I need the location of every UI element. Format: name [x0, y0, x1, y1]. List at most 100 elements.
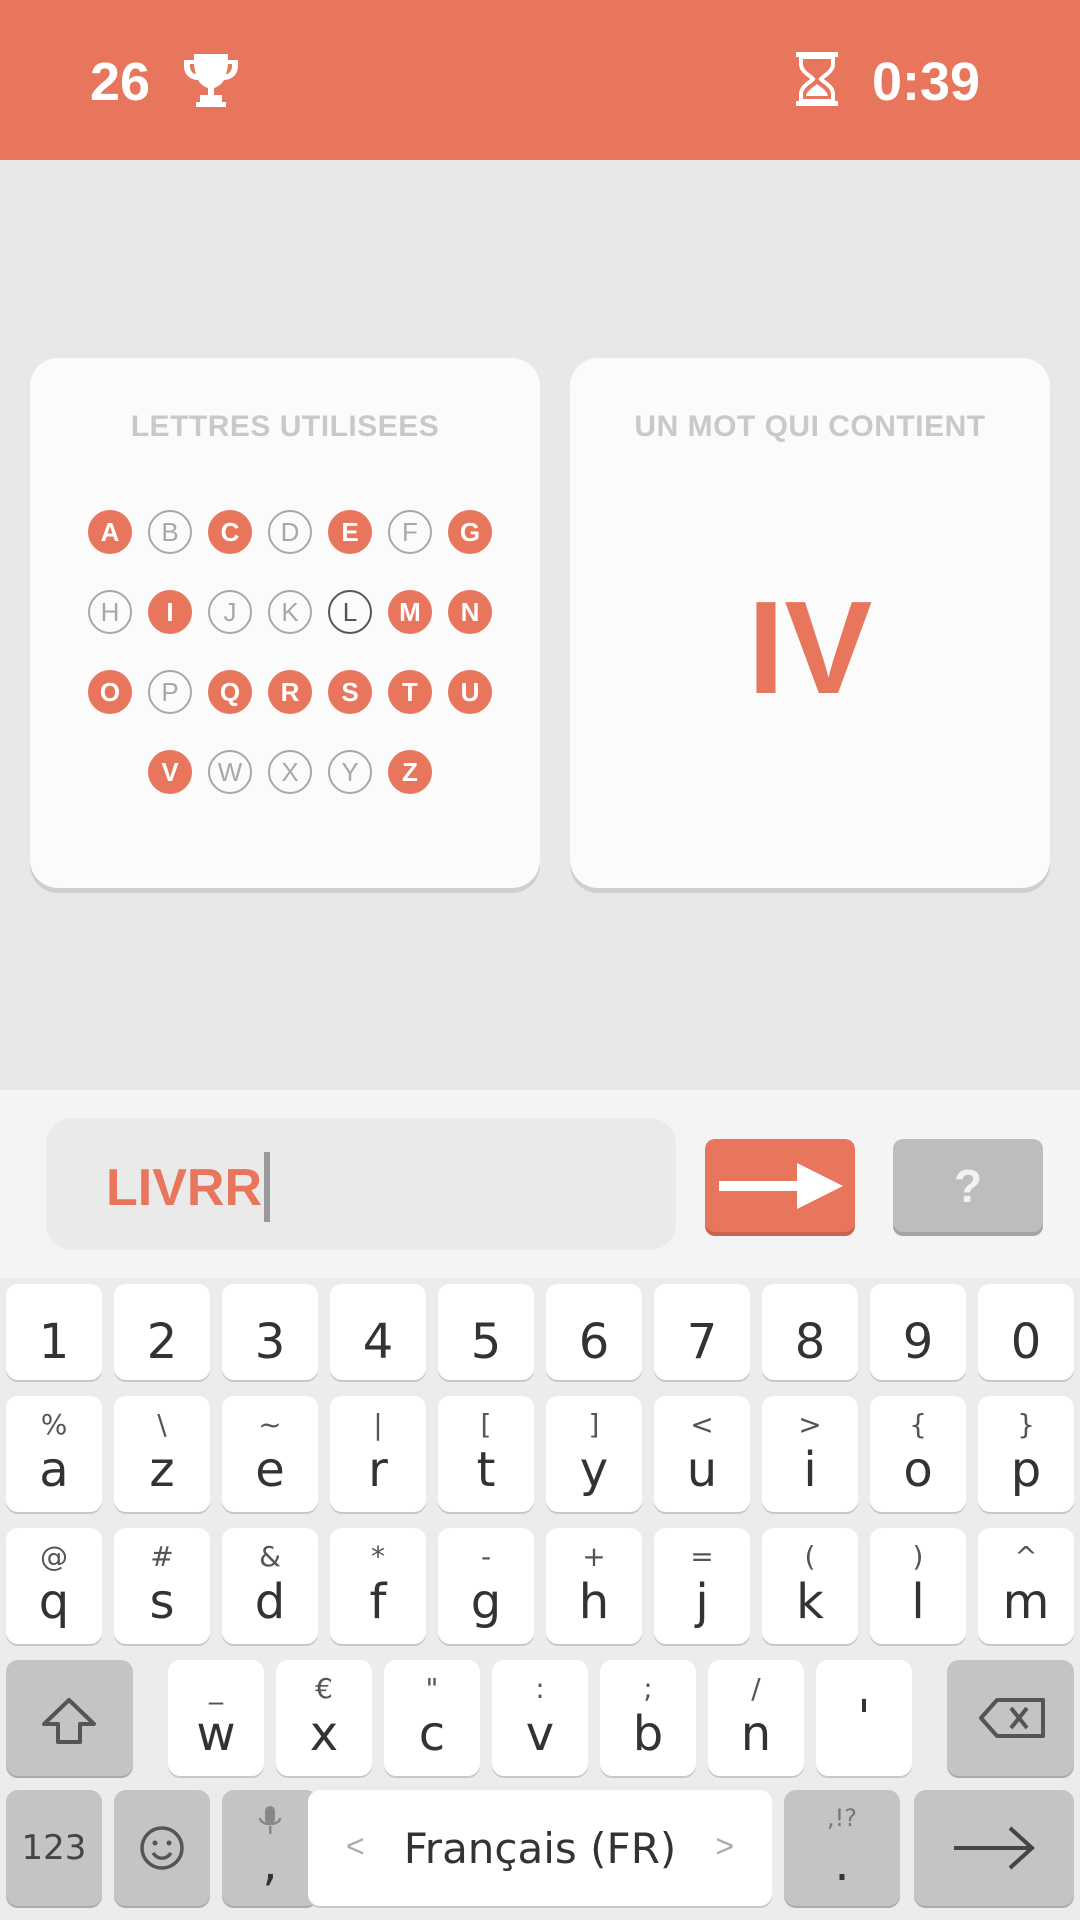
key-o-label: o [903, 1442, 933, 1498]
help-button[interactable]: ? [893, 1139, 1043, 1232]
letter-i-used: I [148, 590, 192, 634]
chevron-left-icon: < [346, 1828, 365, 1864]
key-t[interactable]: [t [438, 1396, 534, 1512]
key-s[interactable]: # s [114, 1528, 210, 1644]
top-bar: 26 0:39 [0, 0, 1080, 160]
key-x[interactable]: € x [276, 1660, 372, 1776]
letter-m-used: M [388, 590, 432, 634]
hourglass-icon [796, 52, 838, 106]
key-r-label: r [368, 1442, 388, 1498]
key-p[interactable]: } p [978, 1396, 1074, 1512]
key-i-alt-label: > [798, 1408, 822, 1441]
key-1[interactable]: 1 [6, 1284, 102, 1380]
key-0-label: 0 [1010, 1314, 1042, 1370]
key-b[interactable]: ; b [600, 1660, 696, 1776]
letter-k-unused: K [268, 590, 312, 634]
key-w-label: w [196, 1706, 236, 1762]
letter-q-used: Q [208, 670, 252, 714]
key-j-alt-label: = [690, 1540, 714, 1573]
letter-j-unused: J [208, 590, 252, 634]
key-8[interactable]: 8 [762, 1284, 858, 1380]
key-g-label: g [470, 1574, 502, 1630]
key-g[interactable]: -g [438, 1528, 534, 1644]
key-7[interactable]: 7 [654, 1284, 750, 1380]
key-i[interactable]: > i [762, 1396, 858, 1512]
key-k-label: k [796, 1574, 824, 1630]
key-f-alt-label: * [371, 1540, 385, 1573]
key-e[interactable]: ~ e [222, 1396, 318, 1512]
period-key[interactable]: ,!? . [784, 1790, 900, 1906]
symbols-key-label: 123 [21, 1828, 87, 1868]
letter-e-used: E [328, 510, 372, 554]
key-c[interactable]: " c [384, 1660, 480, 1776]
key-s-alt-label: # [150, 1540, 174, 1573]
key-6[interactable]: 6 [546, 1284, 642, 1380]
emoji-key[interactable] [114, 1790, 210, 1906]
key-q-alt-label: @ [40, 1540, 68, 1573]
key-g-alt-label: - [480, 1540, 492, 1573]
key-c-label: c [418, 1706, 446, 1762]
comma-key[interactable]: , [222, 1790, 318, 1906]
key-v[interactable]: :v [492, 1660, 588, 1776]
letter-u-used: U [448, 670, 492, 714]
key-o-alt-label: { [909, 1408, 927, 1441]
key-3[interactable]: 3 [222, 1284, 318, 1380]
key-h-label: h [578, 1574, 610, 1630]
symbols-key[interactable]: 123 [6, 1790, 102, 1906]
shift-key[interactable] [6, 1660, 133, 1776]
key-6-label: 6 [578, 1314, 610, 1370]
period-key-sub: ,!? [827, 1804, 857, 1832]
backspace-key[interactable] [947, 1660, 1074, 1776]
key-z[interactable]: \ z [114, 1396, 210, 1512]
key-n[interactable]: / n [708, 1660, 804, 1776]
key-f[interactable]: * f [330, 1528, 426, 1644]
key-4[interactable]: 4 [330, 1284, 426, 1380]
period-key-label: . [834, 1836, 850, 1892]
keyboard: 123 , Français (FR) < > ,!? . 1234567890… [0, 1278, 1080, 1920]
key-c-alt-label: " [425, 1672, 439, 1705]
microphone-icon [258, 1806, 282, 1834]
letter-b-unused: B [148, 510, 192, 554]
key-8-label: 8 [794, 1314, 826, 1370]
enter-key[interactable] [914, 1790, 1074, 1906]
key-a[interactable]: % a [6, 1396, 102, 1512]
key-y[interactable]: ] y [546, 1396, 642, 1512]
answer-text: LIVRR [106, 1159, 262, 1217]
submit-button[interactable] [705, 1139, 855, 1232]
key-b-alt-label: ; [643, 1672, 653, 1705]
key-0[interactable]: 0 [978, 1284, 1074, 1380]
key-y-alt-label: ] [588, 1408, 600, 1441]
key-r[interactable]: | r [330, 1396, 426, 1512]
key-w[interactable]: _ w [168, 1660, 264, 1776]
key-l[interactable]: ) l [870, 1528, 966, 1644]
letters-row: HIJKLMN [80, 590, 500, 670]
smiley-icon [140, 1826, 184, 1870]
key-w-alt-label: _ [209, 1672, 223, 1705]
timer-value: 0:39 [872, 52, 981, 112]
key-k[interactable]: (k [762, 1528, 858, 1644]
letter-r-used: R [268, 670, 312, 714]
key-m[interactable]: ^ m [978, 1528, 1074, 1644]
letter-n-used: N [448, 590, 492, 634]
key-5[interactable]: 5 [438, 1284, 534, 1380]
key-b-label: b [632, 1706, 664, 1762]
space-key[interactable]: Français (FR) < > [308, 1790, 772, 1906]
answer-input[interactable]: LIVRR [46, 1118, 676, 1250]
letter-z-used: Z [388, 750, 432, 794]
letter-p-unused: P [148, 670, 192, 714]
letter-w-unused: W [208, 750, 252, 794]
key-o[interactable]: {o [870, 1396, 966, 1512]
key-2[interactable]: 2 [114, 1284, 210, 1380]
key-u[interactable]: < u [654, 1396, 750, 1512]
letter-d-unused: D [268, 510, 312, 554]
score-value: 26 [90, 52, 151, 112]
key-j[interactable]: = j [654, 1528, 750, 1644]
key-q[interactable]: @ q [6, 1528, 102, 1644]
key-h[interactable]: + h [546, 1528, 642, 1644]
key-d[interactable]: & d [222, 1528, 318, 1644]
key-apostrophe[interactable]: ' [816, 1660, 912, 1776]
syllable-value: IV [747, 574, 873, 721]
key-p-label: p [1010, 1442, 1042, 1498]
trophy-icon [184, 54, 238, 107]
key-9[interactable]: 9 [870, 1284, 966, 1380]
